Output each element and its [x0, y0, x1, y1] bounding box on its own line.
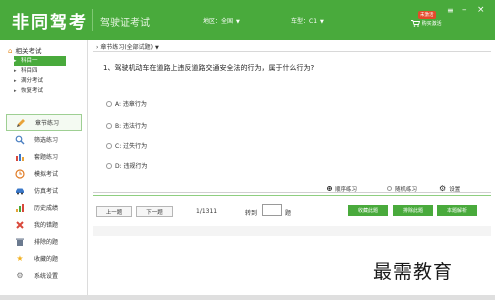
- tree-item-subject-four[interactable]: 科目四: [14, 66, 66, 76]
- option-label: B: 违法行为: [115, 123, 148, 130]
- sidebar-item-label: 我的错题: [34, 222, 59, 229]
- breadcrumb: 章节练习(全部试题): [100, 44, 154, 51]
- sidebar-item-label: 筛选练习: [34, 137, 59, 144]
- tree-item-subject-one[interactable]: 科目一: [14, 56, 66, 66]
- option-c[interactable]: C: 过失行为: [106, 141, 147, 150]
- gear-icon: ⚙: [16, 271, 24, 280]
- sidebar-root-item[interactable]: ⌂ 相关考试: [8, 45, 41, 55]
- sidebar-menu: 章节练习 筛选练习 套题练习 模拟考试 仿真考试 历史成绩 我的错题 排除的题: [6, 114, 82, 284]
- breadcrumb-arrow-icon: ›: [96, 44, 99, 51]
- title-bar: 非同驾考 驾驶证考试 地区：全国 ▼ 车型：C1 ▼ 未激活 购买激活 ≡ – ×: [0, 0, 495, 40]
- radio-selected-icon: [327, 186, 332, 191]
- close-icon[interactable]: ×: [477, 6, 485, 15]
- vehicle-select[interactable]: 车型：C1 ▼: [291, 16, 324, 25]
- app-logo: 非同驾考: [12, 13, 88, 33]
- sidebar-item-set-practice[interactable]: 套题练习: [6, 148, 82, 165]
- stats-icon: [12, 203, 28, 213]
- sidebar-item-excluded[interactable]: 排除的题: [6, 233, 82, 250]
- chapter-select[interactable]: › 章节练习(全部试题) ▼: [96, 42, 159, 51]
- radio-icon: [106, 142, 112, 149]
- status-badge: 未激活: [418, 11, 436, 19]
- sidebar-item-label: 历史成绩: [34, 205, 59, 212]
- prev-question-button[interactable]: 上一题: [96, 206, 132, 217]
- exam-tree: 科目一 科目四 满分考试 恢复考试: [14, 56, 66, 96]
- star-icon: ★: [16, 254, 24, 263]
- favorite-question-button[interactable]: 收藏此题: [348, 205, 388, 216]
- divider-accent: [93, 195, 491, 196]
- sidebar-item-label: 系统设置: [34, 273, 59, 280]
- cart-icon: [411, 20, 421, 27]
- home-icon: ⌂: [8, 47, 13, 55]
- explanation-area: [93, 226, 491, 236]
- sidebar-item-simulation-exam[interactable]: 仿真考试: [6, 182, 82, 199]
- exclude-question-button[interactable]: 排除此题: [393, 205, 433, 216]
- tree-item-recovery[interactable]: 恢复考试: [14, 86, 66, 96]
- pencil-icon: [13, 118, 29, 128]
- wrong-icon: [12, 220, 28, 230]
- clock-icon: [12, 168, 28, 179]
- sidebar-item-mock-exam[interactable]: 模拟考试: [6, 165, 82, 182]
- region-select[interactable]: 地区：全国 ▼: [203, 16, 240, 25]
- sidebar-item-chapter-practice[interactable]: 章节练习: [6, 114, 82, 131]
- tree-item-full-score[interactable]: 满分考试: [14, 76, 66, 86]
- goto-question-input[interactable]: [262, 204, 282, 216]
- sidebar-item-system-settings[interactable]: ⚙ 系统设置: [6, 267, 82, 284]
- sidebar-item-label: 套题练习: [34, 154, 59, 161]
- sidebar-item-label: 仿真考试: [34, 188, 59, 195]
- sidebar-item-label: 章节练习: [35, 120, 60, 127]
- option-b[interactable]: B: 违法行为: [106, 121, 147, 130]
- option-label: A: 违章行为: [115, 101, 147, 108]
- vehicle-label: 车型：C1: [291, 18, 318, 25]
- divider: [93, 192, 491, 193]
- app-title: 驾驶证考试: [100, 18, 150, 29]
- menu-icon[interactable]: ≡: [447, 6, 454, 15]
- option-label: D: 违规行为: [115, 163, 148, 170]
- sidebar-item-my-wrong[interactable]: 我的错题: [6, 216, 82, 233]
- goto-unit: 题: [285, 210, 292, 217]
- trash-icon: [12, 237, 28, 247]
- sidebar-item-filter-practice[interactable]: 筛选练习: [6, 131, 82, 148]
- bar-chart-icon: [12, 152, 28, 162]
- radio-icon: [387, 186, 393, 191]
- region-label: 地区：全国: [203, 18, 234, 25]
- window-bottom-edge: [0, 295, 495, 300]
- sidebar: ⌂相关考试 科目一 科目四 满分考试 恢复考试 章节练习 筛选练习 套题练习 模…: [0, 40, 88, 295]
- chevron-down-icon: ▼: [320, 19, 324, 25]
- watermark: 最需教育: [373, 261, 454, 283]
- radio-icon: [106, 162, 112, 169]
- buy-activate-button[interactable]: 购买激活: [411, 20, 442, 27]
- sidebar-item-history-scores[interactable]: 历史成绩: [6, 199, 82, 216]
- radio-icon: [106, 122, 112, 129]
- goto-label: 转到: [245, 210, 258, 217]
- next-question-button[interactable]: 下一题: [136, 206, 173, 217]
- minimize-icon[interactable]: –: [462, 6, 467, 15]
- option-label: C: 过失行为: [115, 143, 148, 150]
- question-text: 1、驾驶机动车在道路上违反道路交通安全法的行为，属于什么行为?: [103, 64, 315, 72]
- option-a[interactable]: A: 违章行为: [106, 99, 147, 108]
- search-icon: [12, 135, 28, 145]
- question-counter: 1/1311: [196, 208, 218, 215]
- sidebar-item-label: 排除的题: [34, 239, 59, 246]
- explanation-button[interactable]: 本题解析: [437, 205, 477, 216]
- buy-activate-label: 购买激活: [421, 21, 442, 27]
- radio-icon: [106, 100, 112, 107]
- sidebar-root-label: 相关考试: [15, 47, 42, 55]
- option-d[interactable]: D: 违规行为: [106, 161, 148, 170]
- car-icon: [12, 186, 28, 196]
- sidebar-item-favorites[interactable]: ★ 收藏的题: [6, 250, 82, 267]
- sidebar-item-label: 模拟考试: [34, 171, 59, 178]
- header-divider: [92, 9, 93, 31]
- sidebar-item-label: 收藏的题: [34, 256, 59, 263]
- divider: [93, 51, 491, 52]
- chevron-down-icon: ▼: [236, 19, 240, 25]
